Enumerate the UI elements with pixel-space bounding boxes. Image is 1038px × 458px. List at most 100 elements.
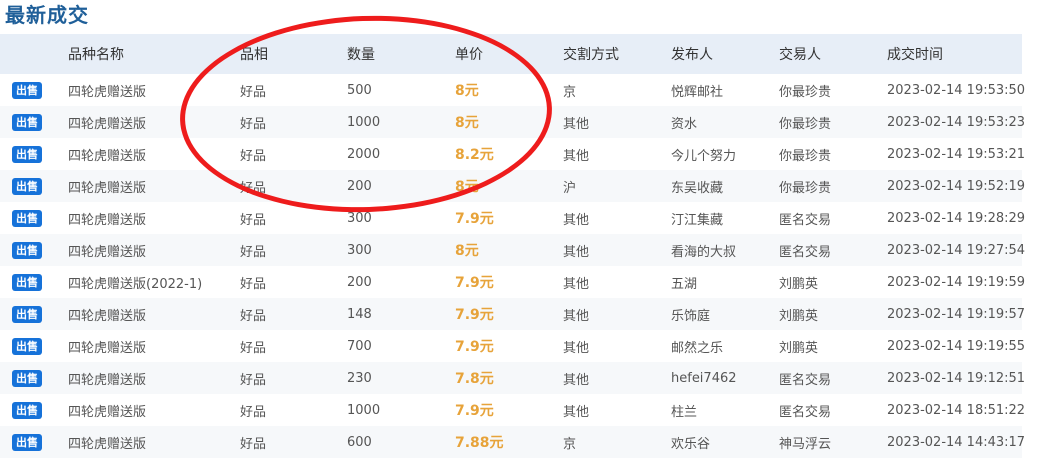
publisher-name-cell: 悦辉邮社 [671, 74, 723, 106]
publisher-name[interactable]: 今儿个努力 [671, 145, 736, 164]
publisher-name-cell: hefei7462 [671, 362, 737, 394]
item-condition: 好品 [240, 212, 267, 228]
table-row: 出售 四轮虎赠送版 好品 148 7.9元 其他 乐饰庭 刘鹏英 2023-02-14 19:1… [0, 298, 1025, 330]
item-name[interactable]: 四轮虎赠送版 [68, 209, 146, 228]
trader-name[interactable]: 你最珍贵 [779, 81, 831, 100]
sell-badge-cell: 出售 [12, 234, 42, 266]
trade-time: 2023-02-14 19:53:21 [887, 146, 1026, 162]
sell-badge[interactable]: 出售 [12, 433, 42, 451]
item-quantity: 300 [347, 210, 372, 226]
trader-name[interactable]: 匿名交易 [779, 241, 831, 260]
header-trader: 交易人 [779, 47, 821, 63]
item-quantity-cell: 200 [347, 170, 372, 202]
delivery-method-cell: 其他 [563, 266, 589, 298]
publisher-name[interactable]: 资水 [671, 113, 697, 132]
publisher-name[interactable]: 乐饰庭 [671, 305, 710, 324]
trade-time: 2023-02-14 19:53:23 [887, 114, 1026, 130]
trader-name[interactable]: 匿名交易 [779, 209, 831, 228]
sell-badge-cell: 出售 [12, 266, 42, 298]
item-price: 8元 [455, 243, 479, 259]
trader-name[interactable]: 匿名交易 [779, 369, 831, 388]
table-row: 出售 四轮虎赠送版(2022-1) 好品 200 7.9元 其他 五湖 刘鹏英 2023-02-… [0, 266, 1025, 298]
publisher-name[interactable]: hefei7462 [671, 371, 737, 386]
table-row: 出售 四轮虎赠送版 好品 1000 7.9元 其他 柱兰 匿名交易 2023-02-14 18:… [0, 394, 1025, 426]
publisher-name[interactable]: 汀江集藏 [671, 209, 723, 228]
sell-badge[interactable]: 出售 [12, 369, 42, 387]
table-row: 出售 四轮虎赠送版 好品 600 7.88元 京 欢乐谷 神马浮云 2023-02-14 14:… [0, 426, 1025, 458]
publisher-name[interactable]: 看海的大叔 [671, 241, 736, 260]
delivery-method: 其他 [563, 308, 590, 324]
trader-name[interactable]: 刘鹏英 [779, 337, 818, 356]
sell-badge[interactable]: 出售 [12, 145, 42, 163]
sell-badge[interactable]: 出售 [12, 401, 42, 419]
table-row: 出售 四轮虎赠送版 好品 700 7.9元 其他 邮然之乐 刘鹏英 2023-02-14 19:… [0, 330, 1025, 362]
item-name[interactable]: 四轮虎赠送版 [68, 369, 146, 388]
table-row: 出售 四轮虎赠送版 好品 300 7.9元 其他 汀江集藏 匿名交易 2023-02-14 19… [0, 202, 1025, 234]
delivery-method: 其他 [563, 244, 590, 260]
item-name[interactable]: 四轮虎赠送版 [68, 305, 146, 324]
publisher-name[interactable]: 五湖 [671, 273, 697, 292]
sell-badge[interactable]: 出售 [12, 241, 42, 259]
table-row: 出售 四轮虎赠送版 好品 230 7.8元 其他 hefei7462 匿名交易 2023-02-… [0, 362, 1025, 394]
item-name[interactable]: 四轮虎赠送版 [68, 81, 146, 100]
sell-badge[interactable]: 出售 [12, 273, 42, 291]
item-condition: 好品 [240, 180, 267, 196]
item-name[interactable]: 四轮虎赠送版 [68, 177, 146, 196]
sell-badge[interactable]: 出售 [12, 337, 42, 355]
publisher-name[interactable]: 柱兰 [671, 401, 697, 420]
sell-badge-cell: 出售 [12, 426, 42, 458]
publisher-name-cell: 东吴收藏 [671, 170, 723, 202]
item-quantity: 700 [347, 338, 372, 354]
table-row: 出售 四轮虎赠送版 好品 200 8元 沪 东吴收藏 你最珍贵 2023-02-14 19:52… [0, 170, 1025, 202]
item-name[interactable]: 四轮虎赠送版 [68, 145, 146, 164]
trade-time: 2023-02-14 19:27:54 [887, 242, 1026, 258]
header-qty: 数量 [347, 47, 375, 63]
item-name[interactable]: 四轮虎赠送版(2022-1) [68, 273, 202, 292]
trade-time-cell: 2023-02-14 19:52:19 [887, 170, 1025, 202]
trader-name[interactable]: 你最珍贵 [779, 177, 831, 196]
item-name[interactable]: 四轮虎赠送版 [68, 433, 146, 452]
sell-badge[interactable]: 出售 [12, 177, 42, 195]
trader-name[interactable]: 神马浮云 [779, 433, 831, 452]
sell-badge[interactable]: 出售 [12, 305, 42, 323]
table-row: 出售 四轮虎赠送版 好品 2000 8.2元 其他 今儿个努力 你最珍贵 2023-02-14 … [0, 138, 1026, 170]
sell-badge[interactable]: 出售 [12, 209, 42, 227]
item-name-cell: 四轮虎赠送版 [68, 202, 146, 234]
item-price: 8.2元 [455, 147, 494, 163]
item-name[interactable]: 四轮虎赠送版 [68, 337, 146, 356]
trader-name[interactable]: 刘鹏英 [779, 305, 818, 324]
item-quantity-cell: 148 [347, 298, 372, 330]
delivery-method-cell: 其他 [563, 298, 589, 330]
item-name[interactable]: 四轮虎赠送版 [68, 113, 146, 132]
publisher-name[interactable]: 邮然之乐 [671, 337, 723, 356]
delivery-method: 京 [563, 436, 577, 452]
item-condition: 好品 [240, 84, 267, 100]
item-price-cell: 7.88元 [455, 426, 504, 458]
publisher-name-cell: 邮然之乐 [671, 330, 723, 362]
trader-name-cell: 匿名交易 [779, 362, 831, 394]
item-condition: 好品 [240, 372, 267, 388]
trader-name[interactable]: 你最珍贵 [779, 113, 831, 132]
trader-name-cell: 匿名交易 [779, 394, 831, 426]
publisher-name[interactable]: 悦辉邮社 [671, 81, 723, 100]
trader-name-cell: 你最珍贵 [779, 138, 831, 170]
publisher-name-cell: 乐饰庭 [671, 298, 710, 330]
publisher-name[interactable]: 欢乐谷 [671, 433, 710, 452]
trader-name[interactable]: 你最珍贵 [779, 145, 831, 164]
sell-badge[interactable]: 出售 [12, 113, 42, 131]
publisher-name[interactable]: 东吴收藏 [671, 177, 723, 196]
item-name[interactable]: 四轮虎赠送版 [68, 241, 146, 260]
delivery-method-cell: 其他 [563, 106, 589, 138]
item-name-cell: 四轮虎赠送版 [68, 106, 146, 138]
header-price: 单价 [455, 47, 483, 63]
item-price-cell: 8元 [455, 170, 479, 202]
trader-name[interactable]: 匿名交易 [779, 401, 831, 420]
header-delivery: 交割方式 [563, 47, 619, 63]
sell-badge[interactable]: 出售 [12, 81, 42, 99]
item-quantity-cell: 300 [347, 202, 372, 234]
trader-name[interactable]: 刘鹏英 [779, 273, 818, 292]
delivery-method-cell: 其他 [563, 202, 589, 234]
item-name-cell: 四轮虎赠送版 [68, 170, 146, 202]
trade-time-cell: 2023-02-14 19:19:59 [887, 266, 1025, 298]
item-name[interactable]: 四轮虎赠送版 [68, 401, 146, 420]
